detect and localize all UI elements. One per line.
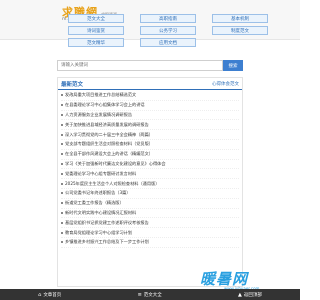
article-title: 深入学习贯彻党的二十届三中全会精神（两篇） xyxy=(65,131,153,137)
list-item[interactable]: 学习《关于加强新时代廉洁文化建设的意见》心得体会 xyxy=(61,160,239,170)
category-button[interactable]: 范文大全 xyxy=(68,14,124,23)
category-button[interactable]: 诗词鉴赏 xyxy=(68,26,124,35)
bullet-icon xyxy=(61,153,63,156)
list-item[interactable]: 基层党组织书记抓党建工作述职评议考核报告 xyxy=(61,218,239,229)
category-nav: 范文大全 高职指南 基本机制 诗词鉴赏 公务学习 制度范文 范文精华 应用文档 xyxy=(68,14,268,47)
bullet-icon xyxy=(61,123,63,126)
bullet-icon xyxy=(61,94,63,97)
list-item[interactable]: 党支部专题组织生活会对照检查材料（党员版） xyxy=(61,140,239,150)
category-button[interactable]: 基本机制 xyxy=(212,14,268,23)
bullet-icon xyxy=(61,231,63,234)
bullet-icon xyxy=(61,172,63,175)
bullet-icon xyxy=(61,211,63,214)
article-title: 街道党工委工作报告（精选版） xyxy=(65,200,124,206)
footer-home[interactable]: ⌂ 文章首页 xyxy=(38,292,61,298)
bullet-icon xyxy=(61,143,63,146)
list-item[interactable]: 发改局重大项目推进工作总结精选范文 xyxy=(61,91,239,101)
home-icon: ⌂ xyxy=(38,291,42,298)
footer-top[interactable]: ▲ 返回顶部 xyxy=(238,292,262,298)
footer-list[interactable]: ≡ 范文大全 xyxy=(138,292,162,298)
list-item[interactable]: 公司党委书记年终述职报告（3篇） xyxy=(61,189,239,199)
article-title: 人力资源服务企业发展情况调研报告 xyxy=(65,111,133,117)
site-header: 求職網 求职资源 m.9reveal.com 范文大全 高职指南 基本机制 诗词… xyxy=(0,0,300,47)
panel-header: 最新范文 心得体会范文 xyxy=(58,78,242,90)
bullet-icon xyxy=(61,104,63,107)
list-item[interactable]: 人力资源服务企业发展情况调研报告 xyxy=(61,111,239,121)
list-icon: ≡ xyxy=(137,291,142,298)
list-item[interactable]: 在全县干部作风建设大会上的讲话（精编范文） xyxy=(61,150,239,160)
footer-label: 文章首页 xyxy=(43,292,62,298)
list-item[interactable]: 教育局党组理论学习中心组学习计划 xyxy=(61,228,239,238)
list-item[interactable]: 在县委理论学习中心组集体学习会上的讲话 xyxy=(61,101,239,111)
article-title: 关于加快推进县域经济高质量发展的调研报告 xyxy=(65,121,149,127)
article-list: 发改局重大项目推进工作总结精选范文 在县委理论学习中心组集体学习会上的讲话 人力… xyxy=(58,90,242,248)
category-button[interactable]: 范文精华 xyxy=(68,38,124,47)
list-item[interactable]: 新时代文明实践中心建设情况汇报材料 xyxy=(61,209,239,219)
article-title: 2025年度民主生活会个人对照检查材料（通用版） xyxy=(65,180,160,186)
category-button[interactable]: 公务学习 xyxy=(140,26,196,35)
article-title: 新时代文明实践中心建设情况汇报材料 xyxy=(65,209,137,215)
list-item[interactable]: 党委理论学习中心组专题研讨发言材料 xyxy=(61,169,239,180)
panel-title: 最新范文 xyxy=(61,81,84,88)
article-title: 党委理论学习中心组专题研讨发言材料 xyxy=(65,170,137,176)
bullet-icon xyxy=(61,202,63,205)
list-item[interactable]: 街道党工委工作报告（精选版） xyxy=(61,199,239,209)
category-button[interactable]: 应用文档 xyxy=(140,38,196,47)
category-button[interactable]: 制度范文 xyxy=(212,26,268,35)
search-bar: 搜索 xyxy=(57,60,243,71)
bullet-icon xyxy=(61,162,63,165)
article-title: 在县委理论学习中心组集体学习会上的讲话 xyxy=(65,102,145,108)
footer-label: 返回顶部 xyxy=(243,292,262,298)
latest-articles-panel: 最新范文 心得体会范文 发改局重大项目推进工作总结精选范文 在县委理论学习中心组… xyxy=(57,77,243,287)
article-title: 基层党组织书记抓党建工作述职评议考核报告 xyxy=(65,219,149,225)
list-item[interactable]: 2025年度民主生活会个人对照检查材料（通用版） xyxy=(61,179,239,189)
bullet-icon xyxy=(61,182,63,185)
article-title: 学习《关于加强新时代廉洁文化建设的意见》心得体会 xyxy=(65,160,166,166)
footer-label: 范文大全 xyxy=(143,292,162,298)
search-input[interactable] xyxy=(57,60,223,71)
bullet-icon xyxy=(61,241,63,244)
article-title: 在全县干部作风建设大会上的讲话（精编范文） xyxy=(65,151,153,157)
list-item[interactable]: 关于加快推进县域经济高质量发展的调研报告 xyxy=(61,120,239,131)
watermark-logo: 暖暑网 www.juhuaer.com xyxy=(200,268,259,291)
list-item[interactable]: 深入学习贯彻党的二十届三中全会精神（两篇） xyxy=(61,130,239,140)
bottom-nav: ⌂ 文章首页 ≡ 范文大全 ▲ 返回顶部 xyxy=(0,289,300,300)
article-title: 发改局重大项目推进工作总结精选范文 xyxy=(65,92,137,98)
article-title: 教育局党组理论学习中心组学习计划 xyxy=(65,229,133,235)
arrow-up-icon: ▲ xyxy=(238,291,242,298)
bullet-icon xyxy=(61,113,63,116)
category-button[interactable]: 高职指南 xyxy=(140,14,196,23)
list-item[interactable]: 乡镇推进乡村振兴工作总结及下一步工作计划 xyxy=(61,238,239,248)
search-button[interactable]: 搜索 xyxy=(223,60,243,71)
bullet-icon xyxy=(61,192,63,195)
bullet-icon xyxy=(61,221,63,224)
article-title: 党支部专题组织生活会对照检查材料（党员版） xyxy=(65,141,153,147)
bullet-icon xyxy=(61,133,63,136)
article-title: 公司党委书记年终述职报告（3篇） xyxy=(65,190,131,196)
article-title: 乡镇推进乡村振兴工作总结及下一步工作计划 xyxy=(65,239,149,245)
more-link[interactable]: 心得体会范文 xyxy=(212,81,239,87)
